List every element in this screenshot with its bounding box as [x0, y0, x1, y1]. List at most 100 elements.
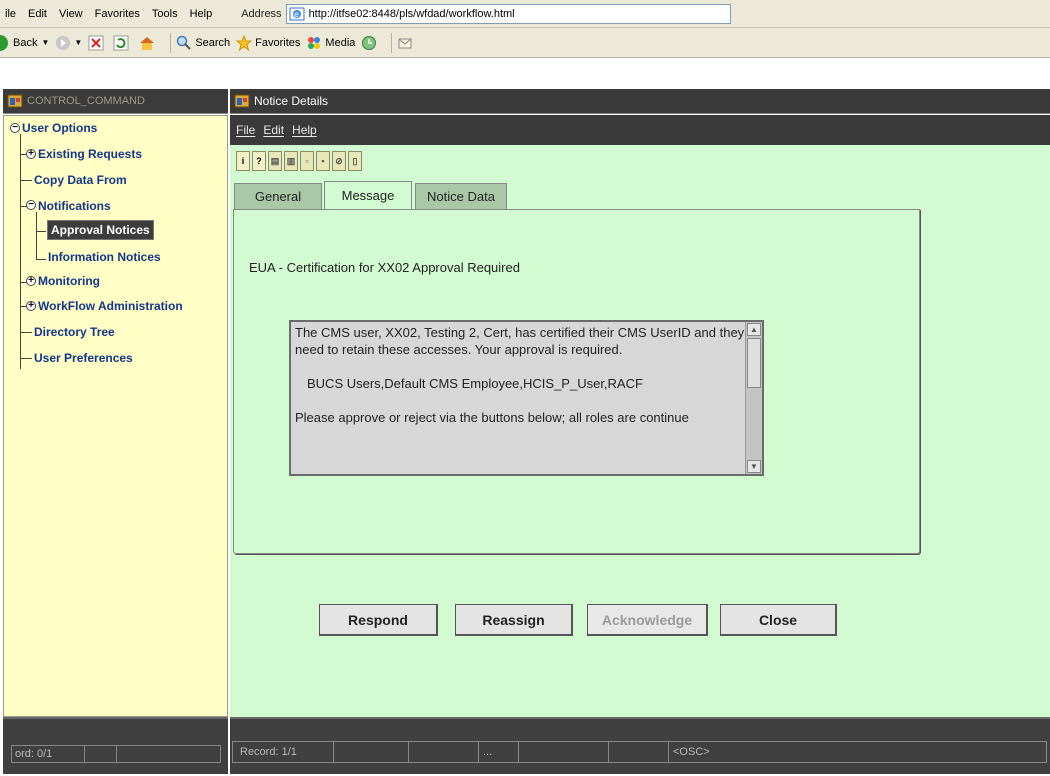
forward-dropdown-icon[interactable]: ▼	[74, 38, 82, 47]
menu-file[interactable]: ile	[0, 8, 23, 20]
respond-button[interactable]: Respond	[319, 604, 438, 636]
window-menu-file[interactable]: File	[236, 123, 255, 137]
tree-user-preferences[interactable]: User Preferences	[34, 351, 133, 365]
window-record-text: Record: 1/1	[240, 746, 297, 758]
menu-help[interactable]: Help	[185, 8, 220, 20]
tree-monitoring[interactable]: Monitoring	[38, 274, 100, 288]
menu-favorites[interactable]: Favorites	[90, 8, 147, 20]
toolbar-help-icon[interactable]: ?	[252, 151, 266, 171]
toolbar-new-icon[interactable]: ▫	[300, 151, 314, 171]
message-roles: BUCS Users,Default CMS Employee,HCIS_P_U…	[307, 376, 643, 391]
toolbar-edit-icon[interactable]: ▪	[316, 151, 330, 171]
scroll-up-icon[interactable]: ▲	[747, 323, 761, 336]
mail-button[interactable]	[397, 35, 416, 51]
media-icon	[308, 36, 321, 49]
navigator-record-indicator: ord: 0/1	[11, 745, 221, 763]
browser-content-top	[0, 59, 1050, 87]
tree-information-notices[interactable]: Information Notices	[48, 250, 161, 264]
scroll-thumb[interactable]	[747, 338, 761, 388]
message-text: The CMS user, XX02, Testing 2, Cert, has…	[295, 324, 745, 443]
window-menubar: File Edit Help	[230, 115, 1050, 145]
address-label: Address	[241, 7, 282, 20]
message-body-textarea[interactable]: The CMS user, XX02, Testing 2, Cert, has…	[289, 320, 764, 476]
stop-button[interactable]	[88, 35, 107, 51]
stop-icon	[88, 35, 104, 50]
back-arrow-icon	[0, 34, 8, 51]
forward-button[interactable]: ▼	[55, 35, 82, 51]
toolbar-info-icon[interactable]: i	[236, 151, 250, 171]
window-menu-help[interactable]: Help	[292, 123, 317, 137]
back-button[interactable]: Back ▼	[0, 34, 49, 52]
home-icon	[140, 36, 155, 50]
search-button[interactable]: Search	[176, 35, 230, 51]
collapse-icon[interactable]: −	[10, 123, 20, 133]
tab-notice-data[interactable]: Notice Data	[415, 183, 507, 209]
collapse-icon[interactable]: −	[26, 200, 36, 210]
notice-details-body: i ? ▤ ▥ ▫ ▪ ⊘ ▯ General Message Notice D…	[230, 145, 1050, 717]
search-icon	[177, 35, 192, 50]
favorites-button[interactable]: Favorites	[236, 34, 300, 51]
tab-general[interactable]: General	[234, 183, 322, 209]
window-statusbar: Record: 1/1 ... <OSC>	[230, 717, 1050, 774]
window-record-indicator: Record: 1/1 ... <OSC>	[232, 741, 1047, 763]
window-menu-edit[interactable]: Edit	[263, 123, 284, 137]
tree-directory-tree[interactable]: Directory Tree	[34, 325, 115, 339]
navigator-title: CONTROL_COMMAND	[27, 95, 145, 107]
toolbar-print-icon[interactable]: ▤	[268, 151, 282, 171]
oracle-window-icon	[7, 94, 23, 108]
message-paragraph: The CMS user, XX02, Testing 2, Cert, has…	[295, 325, 745, 357]
browser-menubar: ile Edit View Favorites Tools Help Addre…	[0, 0, 1050, 28]
navigator-record-text: ord: 0/1	[15, 748, 53, 760]
svg-text:e: e	[294, 10, 299, 19]
navigator-titlebar: CONTROL_COMMAND	[3, 89, 228, 114]
refresh-icon	[113, 35, 129, 50]
menu-edit[interactable]: Edit	[23, 8, 54, 20]
notice-subject: EUA - Certification for XX02 Approval Re…	[249, 260, 520, 275]
reassign-button[interactable]: Reassign	[455, 604, 573, 636]
message-tab-panel: EUA - Certification for XX02 Approval Re…	[233, 209, 920, 554]
tree-existing-requests[interactable]: Existing Requests	[38, 147, 142, 161]
forward-arrow-icon	[56, 35, 71, 50]
tree-approval-notices[interactable]: Approval Notices	[47, 220, 154, 240]
ie-page-icon: e	[289, 7, 305, 20]
menu-view[interactable]: View	[54, 8, 90, 20]
toolbar-lock-icon[interactable]: ▯	[348, 151, 362, 171]
back-dropdown-icon[interactable]: ▼	[41, 38, 49, 47]
toolbar-attach-icon[interactable]: ⊘	[332, 151, 346, 171]
oracle-window-icon	[234, 94, 250, 108]
navigator-statusbar: ord: 0/1	[3, 717, 228, 774]
star-icon	[236, 34, 253, 51]
home-button[interactable]	[138, 35, 159, 51]
toolbar-separator	[170, 32, 172, 53]
address-url: http://itfse02:8448/pls/wfdad/workflow.h…	[308, 7, 515, 20]
tab-message[interactable]: Message	[324, 181, 412, 209]
message-scrollbar[interactable]: ▲ ▼	[745, 322, 762, 474]
expand-icon[interactable]: +	[26, 301, 36, 311]
toolbar-delete-icon[interactable]: ▥	[284, 151, 298, 171]
toolbar-separator	[391, 32, 393, 53]
address-bar[interactable]: e http://itfse02:8448/pls/wfdad/workflow…	[285, 3, 731, 24]
expand-icon[interactable]: +	[26, 276, 36, 286]
tree-workflow-administration[interactable]: WorkFlow Administration	[38, 299, 183, 313]
menu-tools[interactable]: Tools	[147, 8, 185, 20]
close-button[interactable]: Close	[720, 604, 837, 636]
notice-details-titlebar: Notice Details	[230, 89, 1050, 114]
status-ellipsis: ...	[478, 742, 508, 762]
media-button[interactable]: Media	[306, 35, 355, 51]
window-icon-toolbar: i ? ▤ ▥ ▫ ▪ ⊘ ▯	[236, 151, 364, 175]
browser-toolbar: Back ▼ ▼ Search Favorites Media	[0, 28, 1050, 58]
expand-icon[interactable]: +	[26, 149, 36, 159]
acknowledge-button: Acknowledge	[587, 604, 708, 636]
scroll-down-icon[interactable]: ▼	[747, 460, 761, 473]
window-title: Notice Details	[254, 94, 329, 108]
tree-user-options[interactable]: User Options	[22, 121, 97, 135]
tree-notifications[interactable]: Notifications	[38, 199, 111, 213]
mail-icon	[398, 38, 412, 48]
refresh-button[interactable]	[113, 35, 132, 51]
history-icon	[362, 35, 377, 50]
history-button[interactable]	[361, 35, 380, 51]
status-osc: <OSC>	[668, 742, 728, 762]
navigator-tree: − User Options + Existing Requests Copy …	[3, 115, 228, 717]
tree-copy-data-from[interactable]: Copy Data From	[34, 173, 127, 187]
message-paragraph: Please approve or reject via the buttons…	[295, 410, 689, 425]
